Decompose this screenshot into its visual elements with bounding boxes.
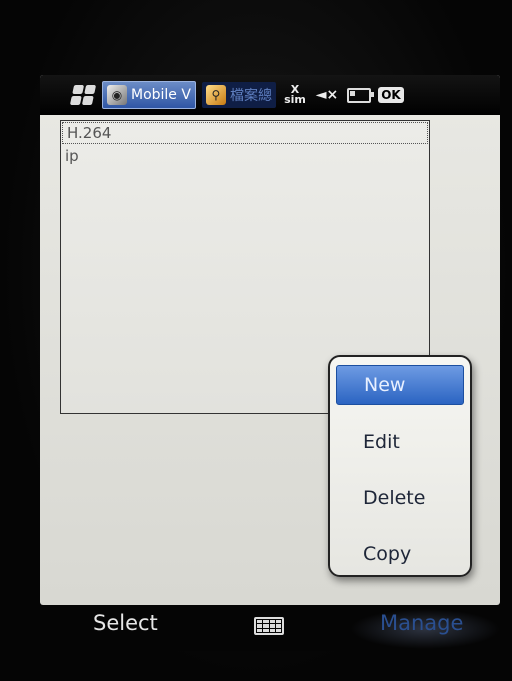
task-label: 檔案總 (229, 88, 272, 104)
battery-icon (346, 83, 374, 107)
task-label: Mobile V (131, 87, 191, 103)
phone-screen: ◉ Mobile V ⚲ 檔案總 X sim ◄× OK H.264 ip Ne… (40, 75, 500, 605)
ok-button[interactable]: OK (378, 83, 404, 107)
softkey-right-manage[interactable]: Manage (380, 611, 463, 635)
menu-item-edit[interactable]: Edit (336, 423, 464, 461)
status-bar: ◉ Mobile V ⚲ 檔案總 X sim ◄× OK (40, 75, 500, 115)
context-menu: New Edit Delete Copy (328, 355, 472, 577)
volume-mute-icon[interactable]: ◄× (314, 83, 340, 107)
task-mobile-v[interactable]: ◉ Mobile V (102, 81, 196, 109)
softkey-bar: Select Manage (40, 605, 500, 651)
menu-item-new[interactable]: New (336, 365, 464, 405)
keyboard-icon[interactable] (254, 617, 284, 635)
softkey-left-select[interactable]: Select (93, 611, 158, 635)
task-file-explorer[interactable]: ⚲ 檔案總 (201, 82, 276, 108)
start-button[interactable] (69, 83, 97, 107)
menu-item-delete[interactable]: Delete (336, 479, 464, 517)
camera-app-icon: ◉ (107, 85, 127, 105)
list-item[interactable]: ip (61, 145, 429, 167)
menu-item-copy[interactable]: Copy (336, 535, 464, 573)
search-app-icon: ⚲ (205, 85, 226, 105)
no-sim-icon: X sim (284, 83, 306, 106)
list-item[interactable]: H.264 (62, 122, 428, 144)
windows-flag-icon (69, 85, 97, 105)
